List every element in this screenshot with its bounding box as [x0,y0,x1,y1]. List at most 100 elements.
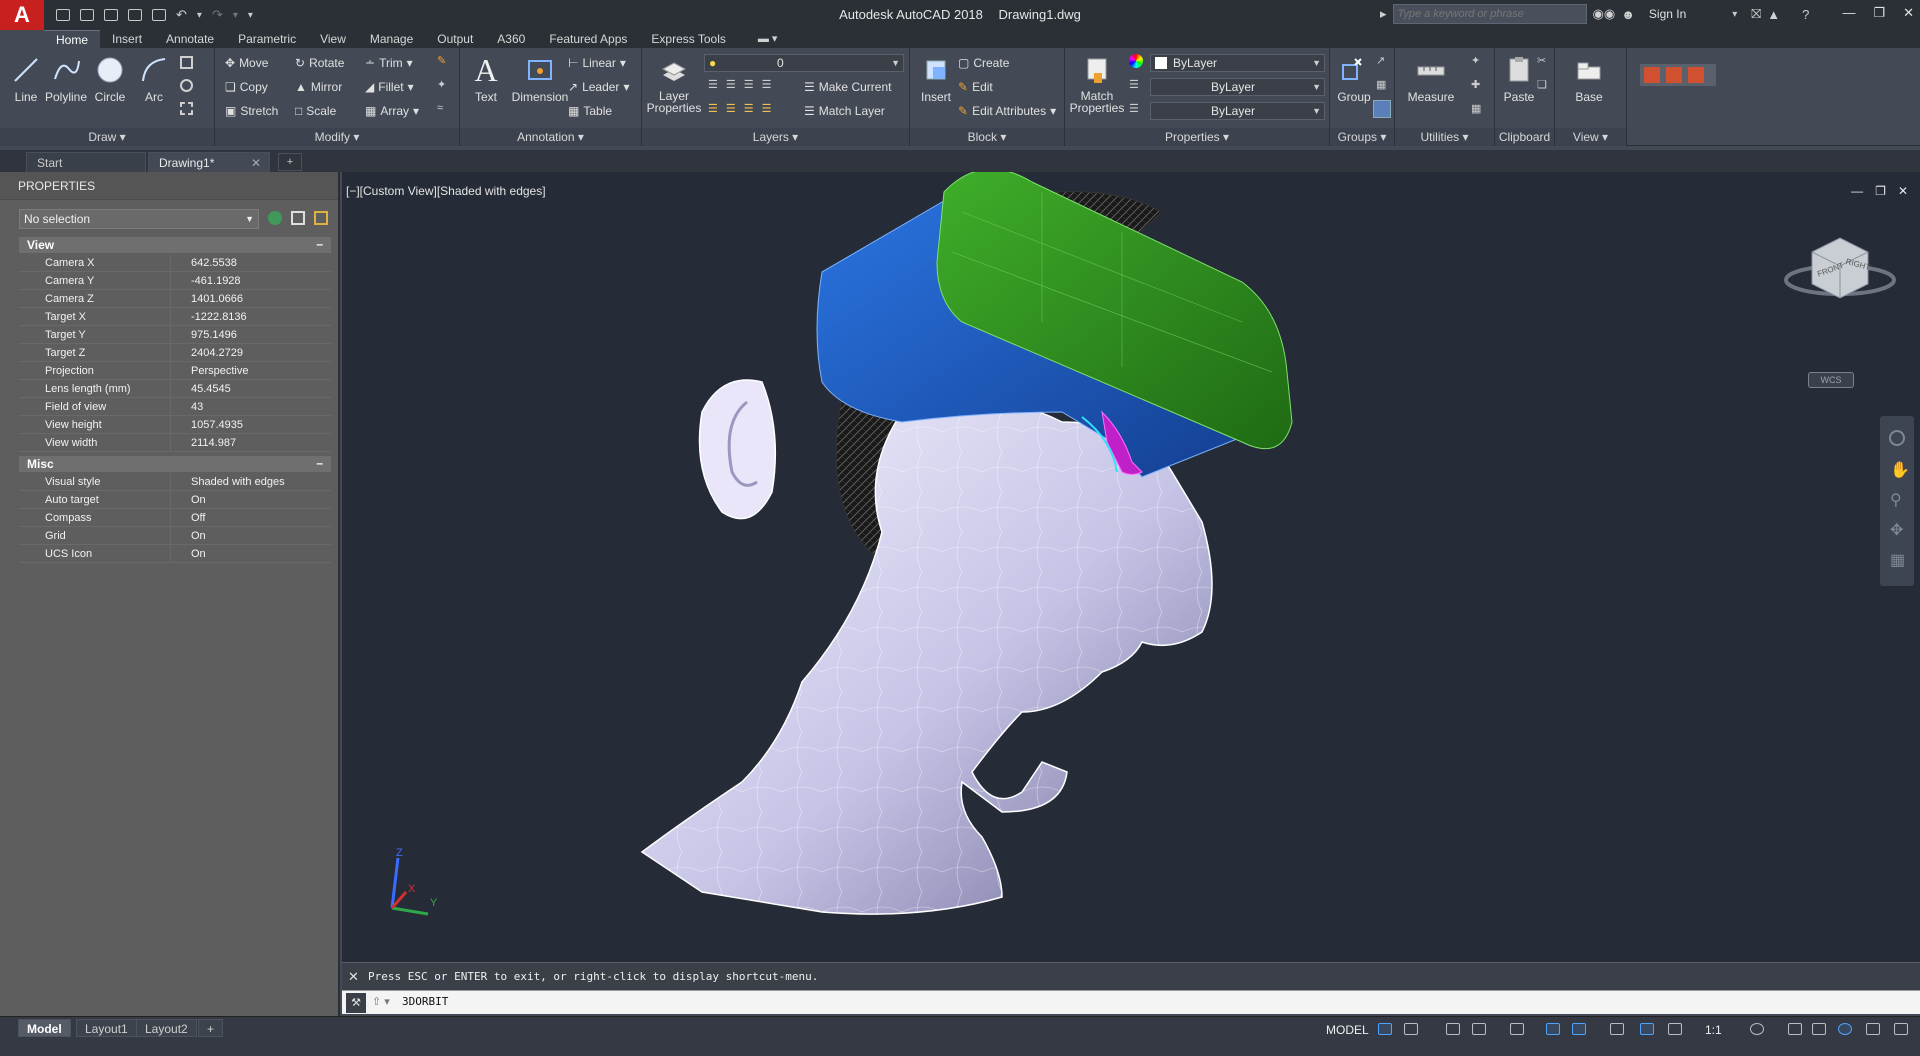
color-dropdown[interactable]: ByLayer ▼ [1150,54,1325,72]
move-button[interactable]: ✥ Move [225,53,268,73]
application-menu-button[interactable]: A [0,0,44,30]
view-row[interactable]: Projection Perspective [19,362,331,380]
snap-icon[interactable] [1404,1023,1418,1035]
property-value[interactable]: Shaded with edges [171,473,285,490]
new-tab-button[interactable]: + [278,153,302,171]
app-launch-2-icon[interactable] [1666,67,1682,83]
trim-button[interactable]: ∸ Trim ▾ [365,53,413,73]
stretch-button[interactable]: ▣ Stretch [225,101,278,121]
property-value[interactable]: 1401.0666 [171,290,243,307]
copy-clip-icon[interactable]: ❏ [1537,78,1547,91]
property-value[interactable]: 642.5538 [171,254,237,271]
steering-wheel-icon[interactable] [1889,430,1905,446]
customize-command-line-icon[interactable]: ⚒ [346,993,366,1013]
isolate-objects-icon[interactable] [1838,1023,1852,1035]
property-value[interactable]: Off [171,509,205,526]
polar-icon[interactable] [1472,1023,1486,1035]
command-line-close-icon[interactable]: ✕ [348,969,359,985]
layers-panel-title[interactable]: Layers ▾ [642,128,909,146]
leader-button[interactable]: ↗ Leader ▾ [568,77,629,97]
command-line[interactable]: ⚒ ⇧ ▾ 3DORBIT [342,990,1920,1014]
help-icon[interactable]: ? [1802,7,1809,22]
linetype-dropdown[interactable]: ByLayer ▼ [1150,78,1325,96]
add-layout-button[interactable]: + [198,1019,224,1037]
ortho-icon[interactable] [1446,1023,1460,1035]
cut-icon[interactable]: ✂ [1537,54,1546,67]
app-launch-3-icon[interactable] [1688,67,1704,83]
property-value[interactable]: 975.1496 [171,326,237,343]
save-icon[interactable] [104,9,118,21]
close-tab-icon[interactable]: ✕ [251,153,261,173]
edit-attributes-button[interactable]: ✎ Edit Attributes ▾ [958,101,1056,121]
property-value[interactable]: 2404.2729 [171,344,243,361]
tab-annotate[interactable]: Annotate [154,30,226,48]
layout-tab-layout2[interactable]: Layout2 [136,1019,197,1037]
copy-button[interactable]: ❏ Copy [225,77,268,97]
undo-icon[interactable]: ↶ [176,7,187,23]
pan-icon[interactable]: ✋ [1890,460,1910,480]
offset-icon[interactable]: ≈ [437,102,443,114]
point-icon[interactable]: ✚ [1471,78,1480,91]
fillet-button[interactable]: ◢ Fillet ▾ [365,77,414,97]
annotation-scale-dropdown[interactable]: 1:1 [1705,1019,1722,1041]
view-row[interactable]: Lens length (mm) 45.4545 [19,380,331,398]
a360-icon[interactable]: ▲ [1767,7,1780,22]
quick-select-icon[interactable]: ✦ [1471,54,1480,67]
clean-screen-icon[interactable] [1866,1023,1880,1035]
layer-properties-button[interactable]: Layer Properties [644,54,704,114]
lineweight-toggle-icon[interactable] [1610,1023,1624,1035]
tab-express-tools[interactable]: Express Tools [639,30,737,48]
match-layer-button[interactable]: ☰ Match Layer [804,101,885,121]
tab-home[interactable]: Home [44,30,101,48]
modify-panel-title[interactable]: Modify ▾ [215,128,459,146]
user-icon[interactable]: ☻ [1621,7,1635,22]
sign-in-dropdown-icon[interactable]: ▾ [1732,9,1737,20]
toggle-pickadd-icon[interactable] [268,211,282,225]
layer-dropdown[interactable]: ● 0 ▼ [704,54,904,72]
view-section-header[interactable]: View – [19,237,331,253]
table-button[interactable]: ▦ Table [568,101,612,121]
layout-tab-layout1[interactable]: Layout1 [76,1019,137,1037]
drawing-viewport[interactable]: [−][Custom View][Shaded with edges] — ❐ … [342,172,1920,962]
property-value[interactable]: 45.4545 [171,380,231,397]
tab-manage[interactable]: Manage [358,30,425,48]
mirror-button[interactable]: ▲ Mirror [295,77,342,97]
rotate-button[interactable]: ↻ Rotate [295,53,344,73]
erase-icon[interactable]: ✎ [437,54,446,67]
groups-panel-title[interactable]: Groups ▾ [1330,128,1394,146]
auto-scale-icon[interactable] [1668,1023,1682,1035]
utilities-panel-title[interactable]: Utilities ▾ [1395,128,1494,146]
create-block-button[interactable]: ▢ Create [958,53,1009,73]
polyline-button[interactable]: Polyline [42,54,90,104]
model-space-button[interactable]: MODEL [1320,1019,1375,1041]
binoculars-icon[interactable]: ◉◉ [1593,6,1616,22]
quick-select-palette-icon[interactable] [314,211,328,225]
misc-row[interactable]: Grid On [19,527,331,545]
view-row[interactable]: Target Z 2404.2729 [19,344,331,362]
view-row[interactable]: Target Y 975.1496 [19,326,331,344]
save-as-icon[interactable] [128,9,142,21]
ungroup-icon[interactable]: ↗ [1376,54,1385,67]
ribbon-minimize-icon[interactable]: ▬ ▾ [758,30,778,48]
group-button[interactable]: Group [1330,54,1378,104]
calculator-icon[interactable]: ▦ [1471,102,1481,115]
layer-tools-2-icon[interactable]: ☰☰☰☰ [708,102,779,115]
circle-button[interactable]: Circle [86,54,134,104]
annotation-visibility-icon[interactable] [1640,1023,1654,1035]
infocenter-expand-icon[interactable]: ▸ [1380,6,1387,22]
open-file-icon[interactable] [80,9,94,21]
insert-button[interactable]: Insert [912,54,960,104]
scale-button[interactable]: □ Scale [295,101,336,121]
view-panel-title[interactable]: View ▾ [1555,128,1626,146]
workspace-gear-icon[interactable] [1750,1023,1764,1035]
linetype-icon[interactable]: ☰ [1129,78,1139,91]
draw-panel-title[interactable]: Draw ▾ [0,128,214,146]
redo-icon[interactable]: ↷ [212,7,223,23]
text-button[interactable]: A Text [462,52,510,105]
osnap-icon[interactable] [1572,1023,1586,1035]
misc-row[interactable]: Auto target On [19,491,331,509]
zoom-extents-icon[interactable]: ⚲ [1890,490,1902,510]
properties-panel-title[interactable]: Properties ▾ [1065,128,1329,146]
view-row[interactable]: Camera X 642.5538 [19,254,331,272]
hatch-icon[interactable] [180,79,193,92]
